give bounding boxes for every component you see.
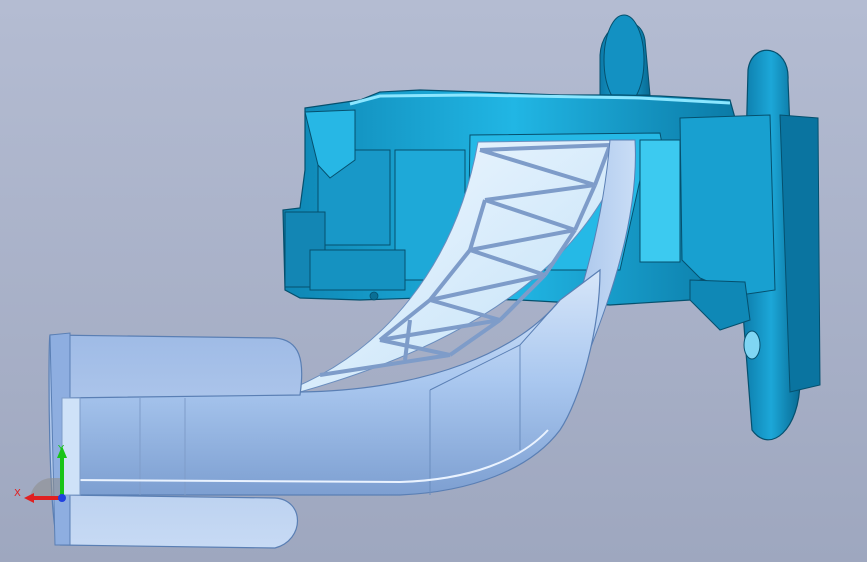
rear-mounting-flange [599, 14, 651, 106]
x-axis-arrowhead [24, 493, 34, 503]
z-axis-indicator [58, 494, 66, 502]
3d-model-view[interactable] [0, 0, 867, 562]
cad-graphics-viewport[interactable]: Y X [0, 0, 867, 562]
y-axis-label: Y [57, 444, 65, 455]
coordinate-triad: Y X [14, 444, 67, 503]
x-axis-label: X [14, 488, 21, 499]
